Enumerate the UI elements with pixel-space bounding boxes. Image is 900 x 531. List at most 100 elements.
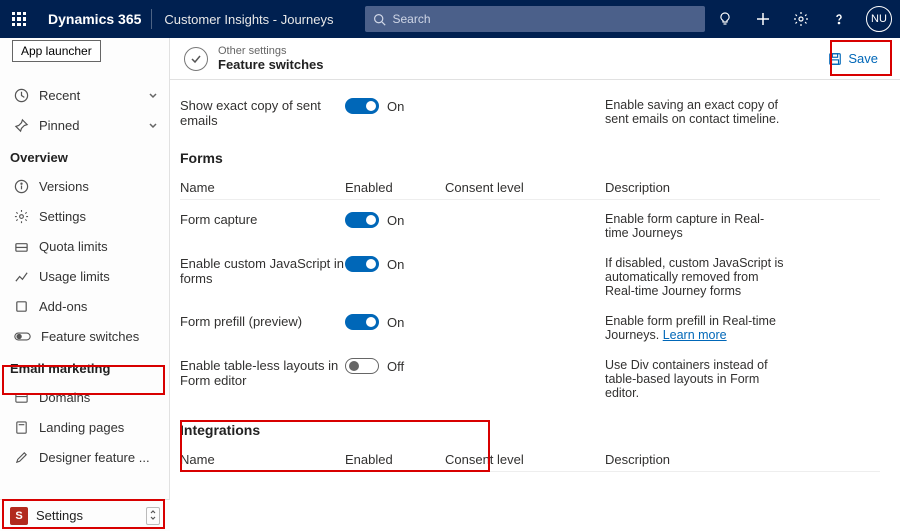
toggle-state-label: On — [387, 99, 404, 114]
setting-name: Enable custom JavaScript in forms — [180, 256, 345, 286]
col-consent: Consent level — [445, 180, 605, 195]
nav-item-label: Add-ons — [39, 299, 87, 314]
toggle-state-label: On — [387, 213, 404, 228]
nav-landing-pages[interactable]: Landing pages — [0, 412, 169, 442]
nav-usage-limits[interactable]: Usage limits — [0, 261, 169, 291]
updown-icon — [146, 507, 160, 525]
save-button[interactable]: Save — [820, 47, 886, 70]
globe-icon — [14, 390, 29, 405]
nav-quota-limits[interactable]: Quota limits — [0, 231, 169, 261]
setting-row: Form prefill (preview) On Enable form pr… — [180, 306, 880, 350]
setting-row: Form capture On Enable form capture in R… — [180, 204, 880, 248]
section-heading-integrations: Integrations — [180, 422, 880, 438]
setting-toggle[interactable]: On — [345, 212, 445, 228]
nav-add-ons[interactable]: Add-ons — [0, 291, 169, 321]
nav-item-label: Versions — [39, 179, 89, 194]
lightbulb-button[interactable] — [706, 0, 744, 38]
gear-icon — [793, 11, 809, 27]
app-name-label: Customer Insights - Journeys — [152, 12, 345, 27]
column-header-row: Name Enabled Consent level Description — [180, 448, 880, 472]
page-header: Other settings Feature switches Save — [170, 38, 900, 80]
info-icon — [14, 179, 29, 194]
clock-icon — [14, 88, 29, 103]
global-search-input[interactable]: Search — [365, 6, 705, 32]
setting-toggle[interactable]: Off — [345, 358, 445, 374]
nav-item-label: Settings — [39, 209, 86, 224]
lightbulb-icon — [717, 11, 733, 27]
nav-recent-label: Recent — [39, 88, 80, 103]
add-button[interactable] — [744, 0, 782, 38]
setting-name: Form capture — [180, 212, 345, 227]
nav-domains[interactable]: Domains — [0, 382, 169, 412]
area-letter-icon: S — [10, 507, 28, 525]
nav-designer-feature[interactable]: Designer feature ... — [0, 442, 169, 472]
setting-description: If disabled, custom JavaScript is automa… — [605, 256, 785, 298]
help-button[interactable] — [820, 0, 858, 38]
nav-item-label: Usage limits — [39, 269, 110, 284]
save-icon — [828, 52, 842, 66]
toggle-state-label: On — [387, 257, 404, 272]
nav-item-label: Landing pages — [39, 420, 124, 435]
toggle-switch[interactable] — [345, 256, 379, 272]
col-description: Description — [605, 180, 785, 195]
puzzle-icon — [14, 299, 29, 314]
setting-row: Show exact copy of sent emails On Enable… — [180, 90, 880, 136]
search-placeholder: Search — [392, 12, 430, 26]
app-launcher-tooltip: App launcher — [12, 40, 101, 62]
waffle-icon — [12, 12, 26, 26]
nav-item-label: Quota limits — [39, 239, 108, 254]
toggle-state-label: Off — [387, 359, 404, 374]
gear-icon — [14, 209, 29, 224]
setting-description: Enable form prefill in Real-time Journey… — [605, 314, 785, 342]
chevron-down-icon — [147, 119, 159, 131]
setting-toggle[interactable]: On — [345, 98, 445, 114]
nav-recent[interactable]: Recent — [0, 80, 169, 110]
col-enabled: Enabled — [345, 180, 445, 195]
nav-pinned[interactable]: Pinned — [0, 110, 169, 140]
toggle-switch[interactable] — [345, 314, 379, 330]
app-launcher-button[interactable] — [0, 0, 38, 38]
main-content: Other settings Feature switches Save Sho… — [170, 38, 900, 531]
nav-pinned-label: Pinned — [39, 118, 79, 133]
question-icon — [831, 11, 847, 27]
toggle-switch[interactable] — [345, 212, 379, 228]
toggle-switch[interactable] — [345, 98, 379, 114]
col-enabled: Enabled — [345, 452, 445, 467]
col-consent: Consent level — [445, 452, 605, 467]
column-header-row: Name Enabled Consent level Description — [180, 176, 880, 200]
section-heading-forms: Forms — [180, 150, 880, 166]
col-description: Description — [605, 452, 785, 467]
setting-toggle[interactable]: On — [345, 256, 445, 272]
nav-versions[interactable]: Versions — [0, 171, 169, 201]
toggle-switch[interactable] — [345, 358, 379, 374]
nav-section-overview: Overview — [0, 140, 169, 171]
setting-name: Enable table-less layouts in Form editor — [180, 358, 345, 388]
setting-description: Enable form capture in Real-time Journey… — [605, 212, 785, 240]
settings-gear-button[interactable] — [782, 0, 820, 38]
chart-icon — [14, 269, 29, 284]
check-icon — [189, 52, 203, 66]
setting-description: Use Div containers instead of table-base… — [605, 358, 785, 400]
col-name: Name — [180, 452, 345, 467]
setting-description: Enable saving an exact copy of sent emai… — [605, 98, 785, 126]
breadcrumb: Other settings — [218, 45, 324, 57]
toggle-icon — [14, 329, 31, 344]
settings-scroll-area[interactable]: Show exact copy of sent emails On Enable… — [170, 80, 900, 531]
brand-label: Dynamics 365 — [38, 11, 151, 27]
quota-icon — [14, 239, 29, 254]
toggle-state-label: On — [387, 315, 404, 330]
area-changer[interactable]: S Settings — [0, 499, 170, 531]
nav-settings[interactable]: Settings — [0, 201, 169, 231]
nav-section-email-marketing: Email marketing — [0, 351, 169, 382]
nav-item-label: Designer feature ... — [39, 450, 150, 465]
save-button-label: Save — [848, 51, 878, 66]
area-changer-label: Settings — [36, 508, 83, 523]
nav-feature-switches[interactable]: Feature switches — [0, 321, 169, 351]
setting-toggle[interactable]: On — [345, 314, 445, 330]
page-icon — [184, 47, 208, 71]
learn-more-link[interactable]: Learn more — [663, 328, 727, 342]
search-icon — [373, 13, 386, 26]
page-title: Feature switches — [218, 57, 324, 72]
setting-row: Enable custom JavaScript in forms On If … — [180, 248, 880, 306]
user-avatar[interactable]: NU — [866, 6, 892, 32]
